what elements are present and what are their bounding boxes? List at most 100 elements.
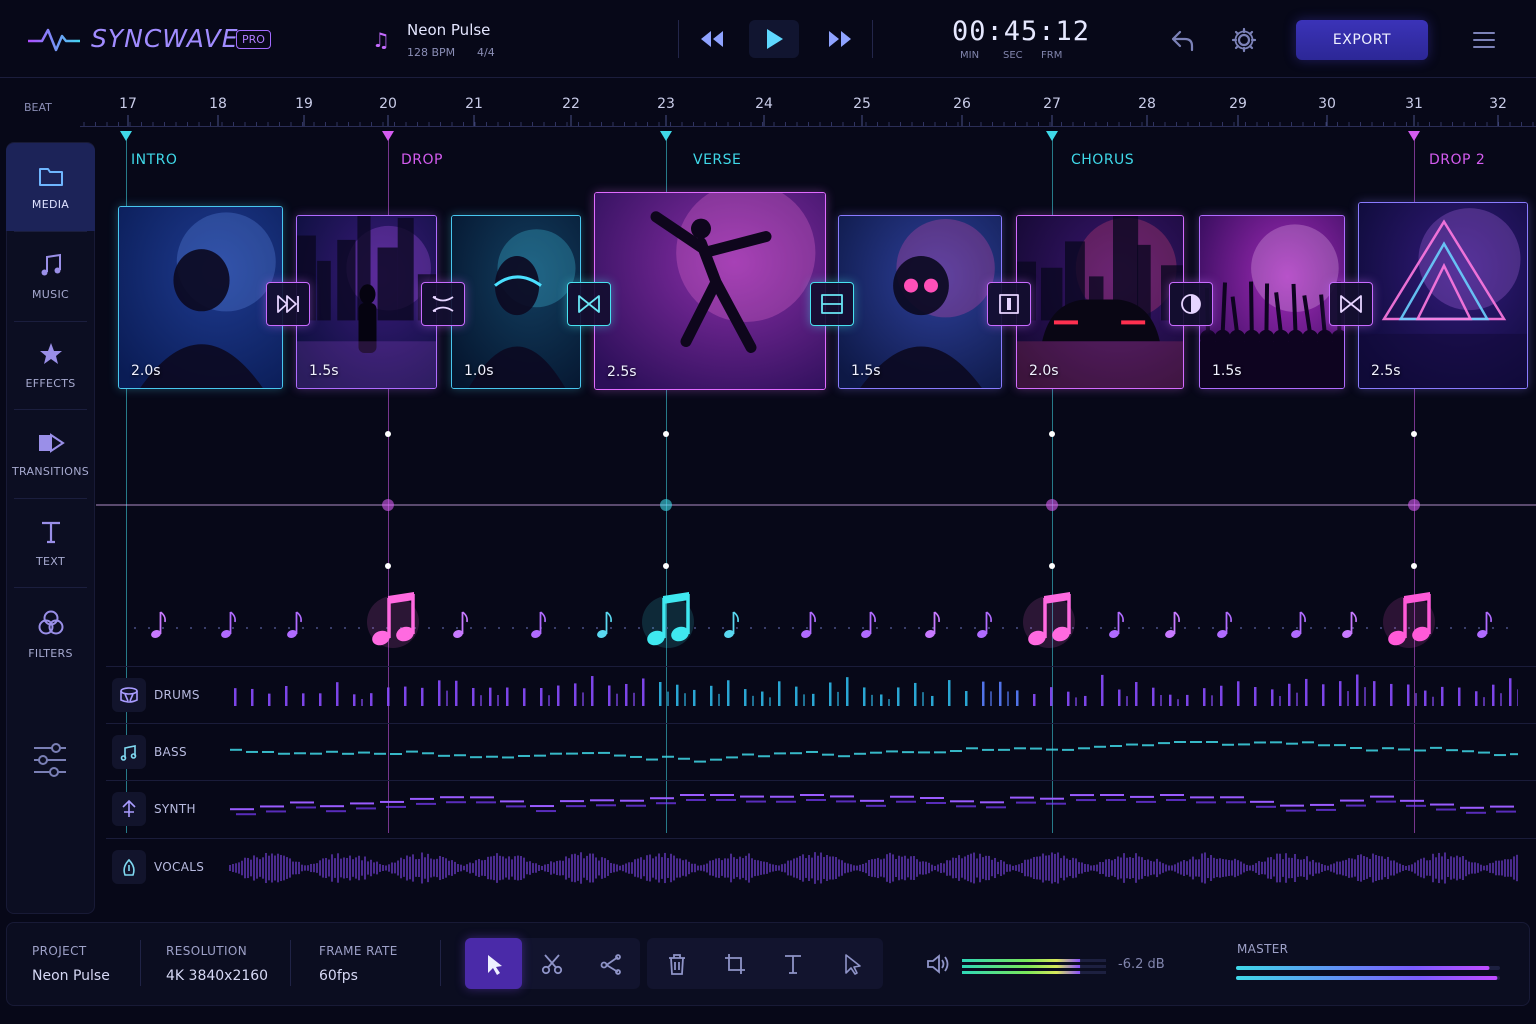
transition-button[interactable] <box>987 282 1031 326</box>
media-clip-woman-glasses[interactable]: 1.5s <box>838 215 1002 389</box>
play-button[interactable] <box>749 20 799 58</box>
sidebar-item-filters[interactable]: FILTERS <box>6 590 95 678</box>
beat-note-icon <box>1477 611 1492 638</box>
hamburger-menu-icon[interactable] <box>1472 30 1496 50</box>
marker-handle-icon[interactable] <box>120 131 132 141</box>
beat-number: 24 <box>755 96 773 112</box>
crop-tool-button[interactable] <box>706 938 763 989</box>
track-name: BASS <box>154 745 187 759</box>
media-clip-city-street[interactable]: 1.5s <box>296 215 437 389</box>
folder-icon <box>38 167 63 186</box>
marker-label-verse[interactable]: VERSE <box>693 152 741 168</box>
fast-forward-button[interactable] <box>815 20 865 58</box>
transition-button[interactable] <box>421 282 465 326</box>
transition-button[interactable] <box>1329 282 1373 326</box>
synth-track-lane[interactable] <box>228 786 1518 830</box>
divider <box>678 20 679 58</box>
track-icon-button[interactable] <box>112 850 146 884</box>
track-icon-button[interactable] <box>112 792 146 826</box>
bass-icon <box>120 745 137 761</box>
marker-label-drop-2[interactable]: DROP 2 <box>1429 152 1485 168</box>
sidebar-item-effects[interactable]: EFFECTS <box>6 321 95 409</box>
beat-note-icon <box>1165 611 1180 638</box>
sidebar-item-label: TRANSITIONS <box>11 464 90 478</box>
transition-button[interactable] <box>266 282 310 326</box>
drum-icon <box>120 687 138 703</box>
sidebar-item-media[interactable]: MEDIA <box>6 143 95 231</box>
marker-handle-icon[interactable] <box>660 131 672 141</box>
sidebar-item-adjust[interactable] <box>30 740 70 784</box>
rewind-button[interactable] <box>687 20 737 58</box>
sidebar-item-transitions[interactable]: TRANSITIONS <box>6 410 95 498</box>
select-tool-button[interactable] <box>465 938 522 989</box>
media-clip-concert-crowd[interactable]: 1.5s <box>1199 215 1345 389</box>
beat-note-icon <box>1342 611 1357 638</box>
undo-icon[interactable] <box>1166 26 1196 54</box>
beat-number: 31 <box>1405 96 1423 112</box>
vocals-track-lane[interactable] <box>228 844 1518 888</box>
split-tool-button[interactable] <box>582 938 639 989</box>
delete-tool-button[interactable] <box>648 938 705 989</box>
marker-handle-icon[interactable] <box>1408 131 1420 141</box>
project-value: Neon Pulse <box>32 968 110 984</box>
divider <box>14 587 87 588</box>
bass-track-lane[interactable] <box>228 729 1518 773</box>
beat-number: 29 <box>1229 96 1247 112</box>
clip-thumbnail <box>595 193 825 389</box>
logo-pulse-icon <box>28 28 80 52</box>
media-clip-car-neon[interactable]: 2.0s <box>1016 215 1184 389</box>
music-note-icon: ♫ <box>372 28 390 52</box>
track-name: VOCALS <box>154 860 205 874</box>
text-tool-button[interactable] <box>764 938 821 989</box>
marker-label-chorus[interactable]: CHORUS <box>1071 152 1134 168</box>
volume-icon[interactable] <box>925 952 951 976</box>
sidebar-item-text[interactable]: TEXT <box>6 499 95 587</box>
pointer-icon <box>844 953 861 975</box>
transition-button[interactable] <box>567 282 611 326</box>
beat-note-icon <box>1291 611 1306 638</box>
cut-tool-button[interactable] <box>523 938 580 989</box>
transition-button[interactable] <box>1169 282 1213 326</box>
play-icon <box>767 29 783 49</box>
beat-note-icon <box>597 611 612 638</box>
beat-number: 19 <box>295 96 313 112</box>
track-icon-button[interactable] <box>112 735 146 769</box>
media-clip-neon-triangle[interactable]: 2.5s <box>1358 202 1528 389</box>
sidebar-item-label: TEXT <box>36 554 65 568</box>
beat-note-icon <box>1109 611 1124 638</box>
track-icon-button[interactable] <box>112 678 146 712</box>
marker-handle-icon[interactable] <box>1046 131 1058 141</box>
beat-note-icon <box>1217 611 1232 638</box>
synth-icon <box>122 799 136 817</box>
volume-meter[interactable] <box>962 957 1106 977</box>
audio-waveform[interactable] <box>96 400 1536 610</box>
marker-handle-icon[interactable] <box>382 131 394 141</box>
pointer-tool-button[interactable] <box>823 938 880 989</box>
clip-duration: 1.0s <box>464 363 494 379</box>
transitions-icon <box>38 432 65 453</box>
framerate-label: FRAME RATE <box>319 944 398 958</box>
export-button[interactable]: EXPORT <box>1296 20 1428 60</box>
framerate-value: 60fps <box>319 968 358 984</box>
sliders-icon <box>34 743 66 777</box>
split-vertical-icon <box>999 294 1019 314</box>
half-circle-icon <box>1181 294 1201 314</box>
media-clip-dancer-jump[interactable]: 2.5s <box>594 192 826 390</box>
transition-button[interactable] <box>810 282 854 326</box>
media-clip-woman-portrait[interactable]: 2.0s <box>118 206 283 389</box>
marker-label-drop[interactable]: DROP <box>401 152 443 168</box>
pro-badge: PRO <box>236 30 271 49</box>
gear-icon[interactable] <box>1230 26 1258 54</box>
master-level-meter[interactable] <box>1236 964 1502 986</box>
sidebar-item-label: MUSIC <box>32 287 69 301</box>
beat-note-icon <box>801 611 816 638</box>
scissors-icon <box>541 953 562 974</box>
media-clip-helmet-rider[interactable]: 1.0s <box>451 215 581 389</box>
clip-duration: 2.0s <box>131 363 161 379</box>
beat-drop-note-icon <box>1383 592 1435 648</box>
drums-track-lane[interactable] <box>228 672 1518 716</box>
sidebar-item-music[interactable]: MUSIC <box>6 232 95 320</box>
marker-label-intro[interactable]: INTRO <box>131 152 177 168</box>
resolution-label: RESOLUTION <box>166 944 248 958</box>
beat-drop-note-icon <box>367 592 419 648</box>
